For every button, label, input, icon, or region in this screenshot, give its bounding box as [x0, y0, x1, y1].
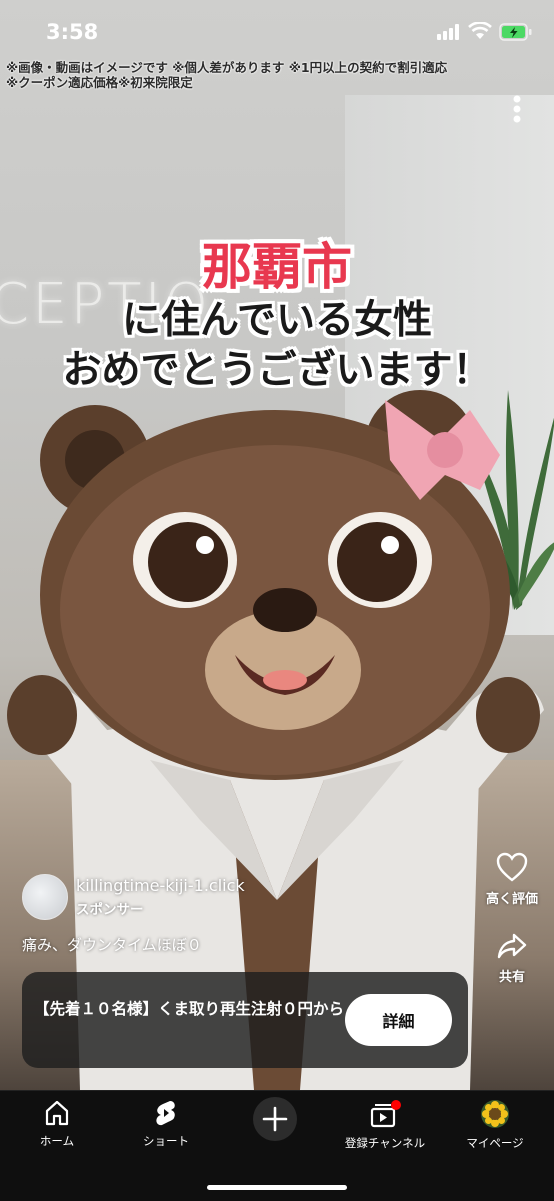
ad-caption: 痛み、ダウンタイムほぼ０ — [22, 936, 202, 954]
status-bar: 3:58 — [0, 0, 554, 60]
headline-line-2: に住んでいる女性 — [121, 298, 433, 343]
share-arrow-icon — [497, 933, 527, 959]
sponsored-badge: スポンサー — [76, 902, 144, 918]
subscriptions-icon — [370, 1100, 401, 1128]
nav-subscriptions[interactable]: 登録チャンネル — [340, 1099, 430, 1151]
profile-avatar-icon — [481, 1100, 509, 1128]
nav-you-label: マイページ — [466, 1136, 524, 1150]
battery-charging-icon — [499, 23, 532, 41]
headline-city: 那覇市 — [202, 238, 352, 296]
nav-home-label: ホーム — [39, 1134, 75, 1148]
create-circle — [253, 1097, 297, 1141]
nav-home[interactable]: ホーム — [12, 1099, 102, 1149]
headline-line-3: おめでとうございます！ — [62, 348, 492, 393]
like-button[interactable]: 高く評価 — [482, 852, 542, 907]
create-button[interactable] — [230, 1097, 320, 1141]
advertiser-domain[interactable]: killingtime-kiji-1.click — [76, 876, 245, 895]
share-button[interactable]: 共有 — [482, 932, 542, 985]
ad-cta-text: 【先着１０名様】くま取り再生注射０円から — [34, 1000, 345, 1018]
share-label: 共有 — [498, 970, 525, 985]
nav-shorts-label: ショート — [143, 1134, 189, 1148]
advertiser-avatar[interactable] — [22, 874, 68, 920]
wifi-icon — [468, 22, 492, 39]
cellular-signal-icon — [437, 24, 459, 40]
disclaimer-line-1: ※画像・動画はイメージです ※個人差があります ※1円以上の契約で割引適応 — [6, 60, 448, 75]
clock: 3:58 — [46, 20, 99, 44]
home-icon — [45, 1100, 69, 1126]
nav-shorts[interactable]: ショート — [121, 1099, 211, 1149]
disclaimer-line-2: ※クーポン適応価格※初来院限定 — [6, 75, 193, 90]
home-indicator — [207, 1185, 347, 1190]
nav-subscriptions-label: 登録チャンネル — [344, 1136, 426, 1150]
shorts-icon — [156, 1101, 175, 1126]
details-button[interactable]: 詳細 — [345, 994, 452, 1046]
heart-icon — [496, 852, 528, 882]
video-frame[interactable]: CEPTIO — [0, 0, 554, 1090]
notification-dot — [391, 1100, 401, 1110]
ad-cta-card[interactable]: 【先着１０名様】くま取り再生注射０円から 詳細 — [22, 972, 468, 1068]
more-options-icon[interactable] — [507, 94, 527, 124]
disclaimer-text: ※画像・動画はイメージです ※個人差があります ※1円以上の契約で割引適応 ※ク… — [6, 60, 526, 90]
video-headline: 那覇市 に住んでいる女性 おめでとうございます！ — [0, 238, 554, 396]
nav-you[interactable]: マイページ — [450, 1099, 540, 1151]
like-label: 高く評価 — [485, 892, 538, 907]
plus-icon — [262, 1106, 288, 1132]
